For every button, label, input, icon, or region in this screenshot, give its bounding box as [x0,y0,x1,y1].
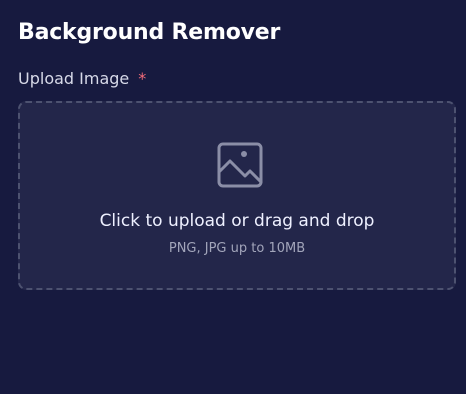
background-remover-app: Background Remover Upload Image * Click t… [0,0,466,394]
upload-image-label: Upload Image * [18,68,146,90]
image-icon [217,142,263,188]
required-marker: * [138,69,147,88]
upload-instruction-text: Click to upload or drag and drop [99,211,375,231]
image-upload-dropzone[interactable]: Click to upload or drag and drop PNG, JP… [18,101,456,290]
file-type-hint: PNG, JPG up to 10MB [168,241,306,256]
page-title: Background Remover [18,20,281,45]
upload-image-label-text: Upload Image [18,69,130,88]
